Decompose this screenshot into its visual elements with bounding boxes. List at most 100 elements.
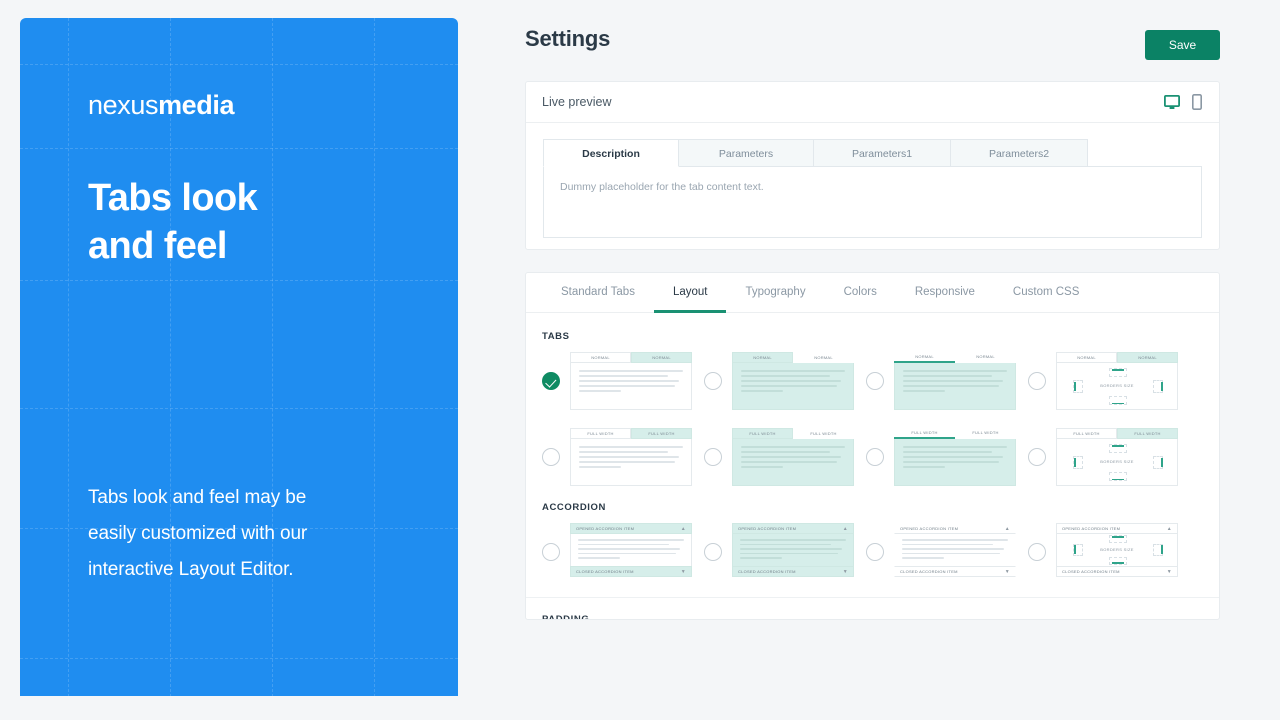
thumb-tab-left: FULL WIDTH — [1056, 428, 1117, 439]
tabs-option-fullwidth-underline[interactable]: FULL WIDTH FULL WIDTH — [866, 428, 1028, 486]
thumb-tab-left: NORMAL — [732, 352, 793, 363]
page-title: Settings — [525, 26, 611, 51]
thumbnail-tabs-normal-plain[interactable]: NORMAL NORMAL — [570, 352, 692, 410]
accordion-closed-label: CLOSED ACCORDION ITEM — [900, 569, 958, 574]
thumbnail-accordion-plain[interactable]: OPENED ACCORDION ITEM ▲ CLOSED ACCORDION… — [570, 523, 692, 581]
tab-typography[interactable]: Typography — [726, 273, 824, 313]
thumbnail-accordion-filled[interactable]: OPENED ACCORDION ITEM ▲ CLOSED ACCORDION… — [732, 523, 854, 581]
monitor-icon[interactable] — [1164, 94, 1180, 110]
tabs-option-fullwidth-filled[interactable]: FULL WIDTH FULL WIDTH — [704, 428, 866, 486]
thumbnail-tabs-fullwidth-plain[interactable]: FULL WIDTH FULL WIDTH — [570, 428, 692, 486]
tab-custom-css[interactable]: Custom CSS — [994, 273, 1098, 313]
thumbnail-accordion-borders[interactable]: OPENED ACCORDION ITEM ▲ BORDERS SIZE CLO… — [1056, 523, 1178, 581]
radio-tabs-normal-plain[interactable] — [542, 372, 560, 390]
thumb-tab-right: NORMAL — [631, 352, 692, 363]
tab-layout[interactable]: Layout — [653, 273, 727, 313]
thumb-lines — [579, 446, 683, 468]
accordion-option-underline[interactable]: OPENED ACCORDION ITEM ▲ CLOSED ACCORDION… — [866, 523, 1028, 581]
tabs-option-normal-borders[interactable]: NORMAL NORMAL BORDERS SIZE — [1028, 352, 1190, 410]
main-column: Settings Save Live preview Description P… — [510, 0, 1280, 720]
accordion-closed-label: CLOSED ACCORDION ITEM — [738, 569, 796, 574]
radio-accordion-plain[interactable] — [542, 543, 560, 561]
preview-tab-parameters[interactable]: Parameters — [678, 139, 814, 167]
chevron-down-icon: ▼ — [680, 568, 686, 575]
preview-tab-description[interactable]: Description — [543, 139, 679, 167]
tabs-section: TABS NORMAL NORMAL NORMAL NORMAL NORMAL … — [526, 313, 1219, 486]
promo-panel: nexusmedia Tabs look and feel Tabs look … — [20, 18, 458, 702]
thumb-lines — [741, 370, 845, 392]
radio-tabs-fullwidth-borders[interactable] — [1028, 448, 1046, 466]
radio-accordion-filled[interactable] — [704, 543, 722, 561]
tabs-option-row-1: NORMAL NORMAL NORMAL NORMAL NORMAL NORMA… — [542, 352, 1203, 410]
thumb-tab-left: NORMAL — [894, 352, 955, 361]
accordion-section: ACCORDION OPENED ACCORDION ITEM ▲ CLOSED… — [526, 486, 1219, 581]
live-preview-header: Live preview — [526, 82, 1219, 123]
tab-colors[interactable]: Colors — [825, 273, 896, 313]
promo-subtitle: Tabs look and feel may be easily customi… — [88, 486, 308, 580]
thumbnail-tabs-normal-filled[interactable]: NORMAL NORMAL — [732, 352, 854, 410]
radio-tabs-fullwidth-filled[interactable] — [704, 448, 722, 466]
tabs-option-fullwidth-borders[interactable]: FULL WIDTH FULL WIDTH BORDERS SIZE — [1028, 428, 1190, 486]
accordion-opened-label: OPENED ACCORDION ITEM — [576, 526, 635, 531]
accordion-option-borders[interactable]: OPENED ACCORDION ITEM ▲ BORDERS SIZE CLO… — [1028, 523, 1190, 581]
preview-tab-parameters1[interactable]: Parameters1 — [813, 139, 951, 167]
thumbnail-accordion-underline[interactable]: OPENED ACCORDION ITEM ▲ CLOSED ACCORDION… — [894, 523, 1016, 581]
preview-tab-parameters2[interactable]: Parameters2 — [950, 139, 1088, 167]
thumb-tab-right: FULL WIDTH — [631, 428, 692, 439]
accordion-closed-label: CLOSED ACCORDION ITEM — [1062, 569, 1120, 574]
accordion-option-plain[interactable]: OPENED ACCORDION ITEM ▲ CLOSED ACCORDION… — [542, 523, 704, 581]
thumbnail-tabs-fullwidth-underline[interactable]: FULL WIDTH FULL WIDTH — [894, 428, 1016, 486]
preview-tab-list: Description Parameters Parameters1 Param… — [543, 139, 1202, 167]
accordion-option-filled[interactable]: OPENED ACCORDION ITEM ▲ CLOSED ACCORDION… — [704, 523, 866, 581]
thumb-tab-right: NORMAL — [1117, 352, 1178, 363]
settings-card: Standard Tabs Layout Typography Colors R… — [525, 272, 1220, 620]
settings-tab-list: Standard Tabs Layout Typography Colors R… — [526, 273, 1219, 313]
thumb-lines — [741, 446, 845, 468]
brand-logo-light: nexus — [88, 90, 159, 120]
chevron-up-icon: ▲ — [1004, 525, 1010, 532]
thumb-tab-left: FULL WIDTH — [570, 428, 631, 439]
thumb-lines — [903, 446, 1007, 468]
thumb-tab-right: NORMAL — [955, 352, 1016, 361]
radio-accordion-underline[interactable] — [866, 543, 884, 561]
brand-logo-bold: media — [158, 90, 235, 120]
thumbnail-tabs-normal-borders[interactable]: NORMAL NORMAL BORDERS SIZE — [1056, 352, 1178, 410]
radio-tabs-normal-filled[interactable] — [704, 372, 722, 390]
save-button[interactable]: Save — [1145, 30, 1220, 60]
promo-title: Tabs look and feel — [88, 177, 258, 267]
mobile-icon[interactable] — [1192, 94, 1202, 110]
tab-standard-tabs[interactable]: Standard Tabs — [542, 273, 654, 313]
tabs-option-normal-underline[interactable]: NORMAL NORMAL — [866, 352, 1028, 410]
thumb-lines — [579, 370, 683, 392]
radio-tabs-normal-borders[interactable] — [1028, 372, 1046, 390]
chevron-down-icon: ▼ — [1166, 568, 1172, 575]
tabs-option-normal-plain[interactable]: NORMAL NORMAL — [542, 352, 704, 410]
accordion-opened-label: OPENED ACCORDION ITEM — [1062, 526, 1121, 531]
live-preview-card: Live preview Description Parameters Para… — [525, 81, 1220, 250]
radio-accordion-borders[interactable] — [1028, 543, 1046, 561]
live-preview-label: Live preview — [542, 95, 612, 109]
padding-section-title: PADDING — [542, 614, 590, 620]
promo-spacer — [88, 271, 398, 480]
chevron-down-icon: ▼ — [842, 568, 848, 575]
thumbnail-tabs-fullwidth-borders[interactable]: FULL WIDTH FULL WIDTH BORDERS SIZE — [1056, 428, 1178, 486]
tabs-section-title: TABS — [542, 331, 570, 342]
device-toggle-group — [1164, 94, 1202, 110]
tab-responsive[interactable]: Responsive — [896, 273, 994, 313]
thumb-tab-right: FULL WIDTH — [793, 428, 854, 439]
chevron-up-icon: ▲ — [1166, 525, 1172, 532]
radio-tabs-fullwidth-underline[interactable] — [866, 448, 884, 466]
chevron-up-icon: ▲ — [842, 525, 848, 532]
preview-tab-content: Dummy placeholder for the tab content te… — [543, 166, 1202, 238]
thumb-tab-left: NORMAL — [570, 352, 631, 363]
radio-tabs-normal-underline[interactable] — [866, 372, 884, 390]
thumbnail-tabs-fullwidth-filled[interactable]: FULL WIDTH FULL WIDTH — [732, 428, 854, 486]
accordion-section-title: ACCORDION — [542, 502, 606, 513]
tabs-option-normal-filled[interactable]: NORMAL NORMAL — [704, 352, 866, 410]
thumbnail-tabs-normal-underline[interactable]: NORMAL NORMAL — [894, 352, 1016, 410]
radio-tabs-fullwidth-plain[interactable] — [542, 448, 560, 466]
thumb-tab-left: FULL WIDTH — [894, 428, 955, 437]
tabs-option-fullwidth-plain[interactable]: FULL WIDTH FULL WIDTH — [542, 428, 704, 486]
chevron-down-icon: ▼ — [1004, 568, 1010, 575]
accordion-closed-label: CLOSED ACCORDION ITEM — [576, 569, 634, 574]
